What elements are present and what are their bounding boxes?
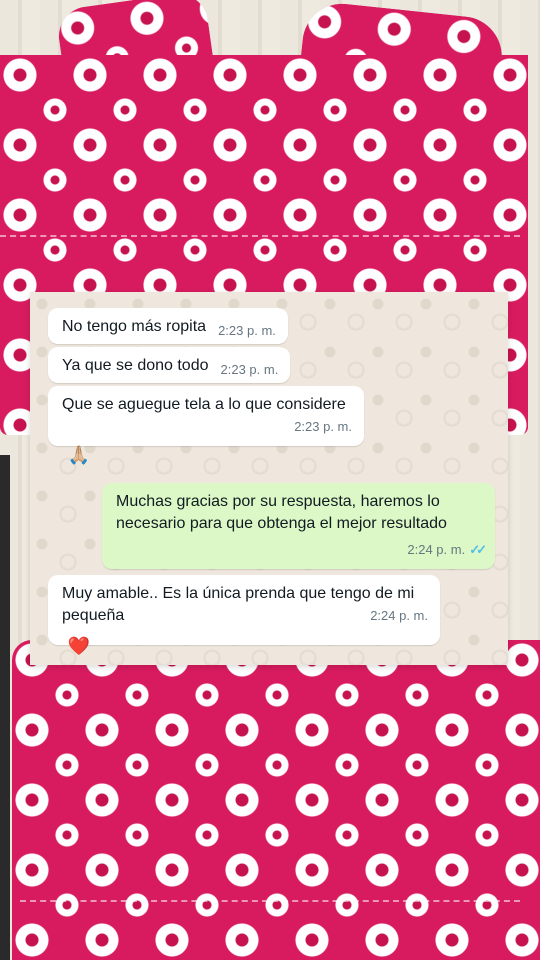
garment-shorts: [12, 640, 540, 960]
chat-screenshot: No tengo más ropita 2:23 p. m. Ya que se…: [30, 292, 508, 665]
message-outgoing[interactable]: Muchas gracias por su respuesta, haremos…: [102, 483, 495, 569]
message-emoji-heart[interactable]: ❤️: [64, 631, 94, 661]
message-incoming[interactable]: No tengo más ropita 2:23 p. m.: [48, 308, 288, 344]
message-incoming[interactable]: Muy amable.. Es la única prenda que teng…: [48, 575, 440, 645]
message-text: Que se aguegue tela a lo que considere: [62, 396, 346, 413]
message-time: 2:23 p. m.: [218, 323, 276, 338]
message-time: 2:23 p. m.: [220, 362, 279, 377]
double-check-icon: ✓✓: [469, 542, 487, 557]
garment-seam: [0, 235, 520, 237]
message-emoji-praying-hands[interactable]: 🙏🏼: [64, 440, 94, 470]
praying-hands-icon: 🙏🏼: [67, 445, 91, 465]
message-text: No tengo más ropita: [62, 318, 207, 335]
photo-edge: [0, 455, 10, 960]
message-text: Ya que se dono todo: [62, 357, 209, 374]
message-time: 2:24 p. m.: [407, 542, 466, 557]
message-time: 2:23 p. m.: [294, 419, 352, 434]
garment-hem: [20, 900, 520, 902]
message-text: Muchas gracias por su respuesta, haremos…: [116, 493, 447, 532]
heart-icon: ❤️: [67, 636, 91, 656]
message-incoming[interactable]: Que se aguegue tela a lo que considere 2…: [48, 386, 364, 446]
message-incoming[interactable]: Ya que se dono todo 2:23 p. m.: [48, 347, 291, 383]
